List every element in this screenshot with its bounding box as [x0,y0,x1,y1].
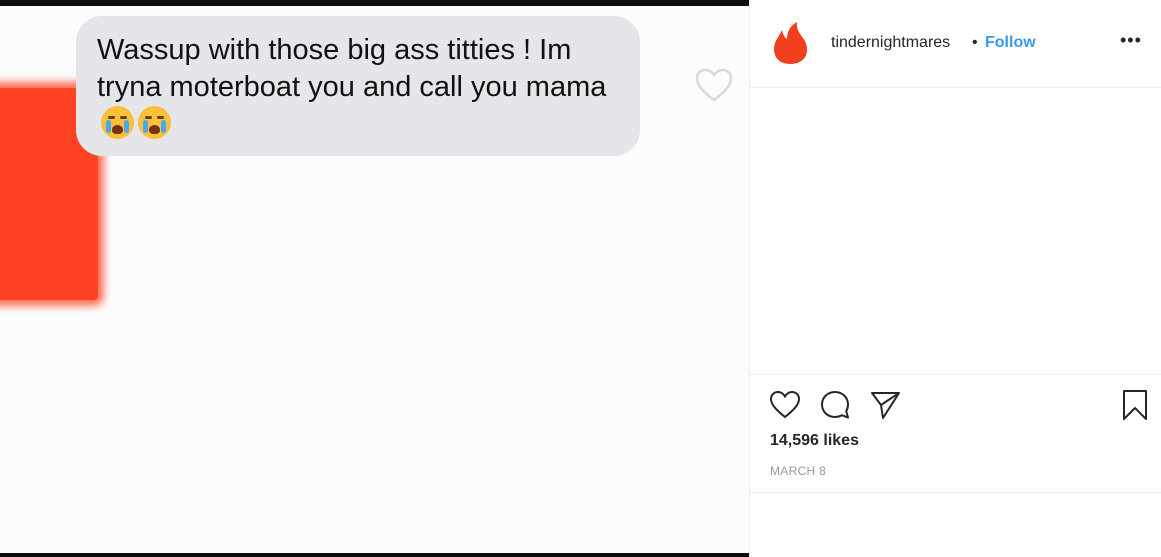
post-date[interactable]: MARCH 8 [770,464,826,478]
comment-box[interactable] [750,493,1161,557]
tinder-flame-icon[interactable] [770,20,810,66]
message-bubble: Wassup with those big ass titties ! Im t… [76,16,640,156]
post-image[interactable]: Wassup with those big ass titties ! Im t… [0,0,749,557]
loudly-crying-face-icon [138,106,171,139]
post-header: tindernightmares • Follow ••• [750,0,1161,88]
message-text: Wassup with those big ass titties ! Im t… [97,34,607,103]
image-top-border [0,0,749,6]
separator-dot: • [972,34,978,51]
username-link[interactable]: tindernightmares [831,34,950,52]
more-options-icon[interactable]: ••• [1120,30,1142,51]
image-bottom-border [0,553,749,557]
post-sidebar: tindernightmares • Follow ••• 14,596 lik… [749,0,1161,557]
comment-icon[interactable] [818,388,852,422]
heart-icon[interactable] [768,388,802,422]
bookmark-icon[interactable] [1118,388,1152,422]
follow-button[interactable]: Follow [985,34,1036,52]
share-icon[interactable] [868,388,902,422]
message-heart-icon [695,68,733,102]
likes-count[interactable]: 14,596 likes [770,432,859,450]
loudly-crying-face-icon [101,106,134,139]
comments-area [750,88,1161,375]
